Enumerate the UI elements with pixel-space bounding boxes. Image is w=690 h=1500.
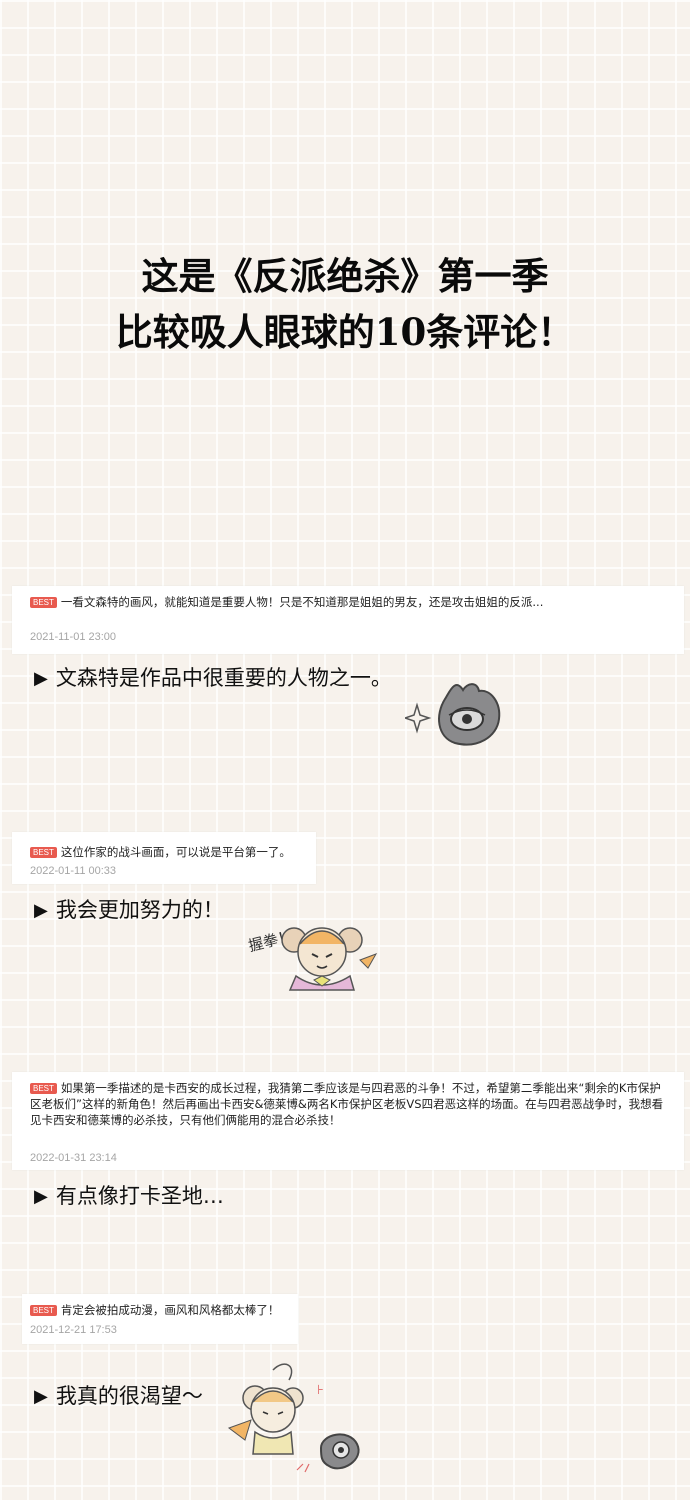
play-arrow-icon: ▶ [34,1186,48,1207]
comment-body: 这位作家的战斗画面，可以说是平台第一了。 [60,845,291,859]
author-reply-1: ▶ 文森特是作品中很重要的人物之一。 [34,662,392,692]
best-badge: BEST [30,1305,57,1316]
reply-text: 有点像打卡圣地… [55,1184,224,1208]
creature-doodle-icon [405,683,501,746]
chibi-characters-icon: ⊦ [227,1363,360,1473]
author-reply-2: ▶ 我会更加努力的！ [34,894,224,924]
comment-date: 2021-12-21 17:53 [30,1324,117,1336]
chibi-character-icon [281,927,378,991]
comment-body: 一看文森特的画风，就能知道是重要人物！只是不知道那是姐姐的男友，还是攻击姐姐的反… [60,595,544,609]
title-line-1: 这是《反派绝杀》第一季 [141,254,549,298]
play-arrow-icon: ▶ [34,668,48,689]
comment-card-4: BEST 肯定会被拍成动漫，画风和风格都太棒了！ 2021-12-21 17:53 [22,1294,298,1344]
comment-date: 2022-01-11 00:33 [30,865,117,877]
page-title: 这是《反派绝杀》第一季 比较吸人眼球的10条评论！ [0,248,690,360]
best-badge: BEST [30,597,57,608]
comment-card-3: BEST 如果第一季描述的是卡西安的成长过程，我猜第二季应该是与四君恶的斗争！不过… [12,1072,684,1170]
comment-text: BEST 这位作家的战斗画面，可以说是平台第一了。 [30,844,310,860]
author-reply-4: ▶ 我真的很渴望～ [34,1380,203,1410]
best-badge: BEST [30,847,57,858]
comment-card-2: BEST 这位作家的战斗画面，可以说是平台第一了。 2022-01-11 00:3… [12,832,316,884]
comment-card-1: BEST 一看文森特的画风，就能知道是重要人物！只是不知道那是姐姐的男友，还是攻击… [12,586,684,654]
play-arrow-icon: ▶ [34,900,48,921]
best-badge: BEST [30,1083,57,1094]
title-line-2: 比较吸人眼球的10条评论！ [115,310,575,354]
svg-text:⊦: ⊦ [317,1383,324,1398]
reply-text: 文森特是作品中很重要的人物之一。 [55,666,392,690]
author-reply-3: ▶ 有点像打卡圣地… [34,1180,224,1210]
comment-text: BEST 一看文森特的画风，就能知道是重要人物！只是不知道那是姐姐的男友，还是攻击… [30,594,670,610]
reply-text: 我真的很渴望～ [55,1384,203,1408]
comment-text: BEST 肯定会被拍成动漫，画风和风格都太棒了！ [30,1302,294,1318]
play-arrow-icon: ▶ [34,1386,48,1407]
comment-text: BEST 如果第一季描述的是卡西安的成长过程，我猜第二季应该是与四君恶的斗争！不过… [30,1080,670,1128]
comment-date: 2021-11-01 23:00 [30,631,117,643]
comment-body: 肯定会被拍成动漫，画风和风格都太棒了！ [60,1303,280,1317]
comment-date: 2022-01-31 23:14 [30,1152,117,1164]
comment-body: 如果第一季描述的是卡西安的成长过程，我猜第二季应该是与四君恶的斗争！不过，希望第… [30,1081,664,1127]
reply-text: 我会更加努力的！ [55,898,224,922]
